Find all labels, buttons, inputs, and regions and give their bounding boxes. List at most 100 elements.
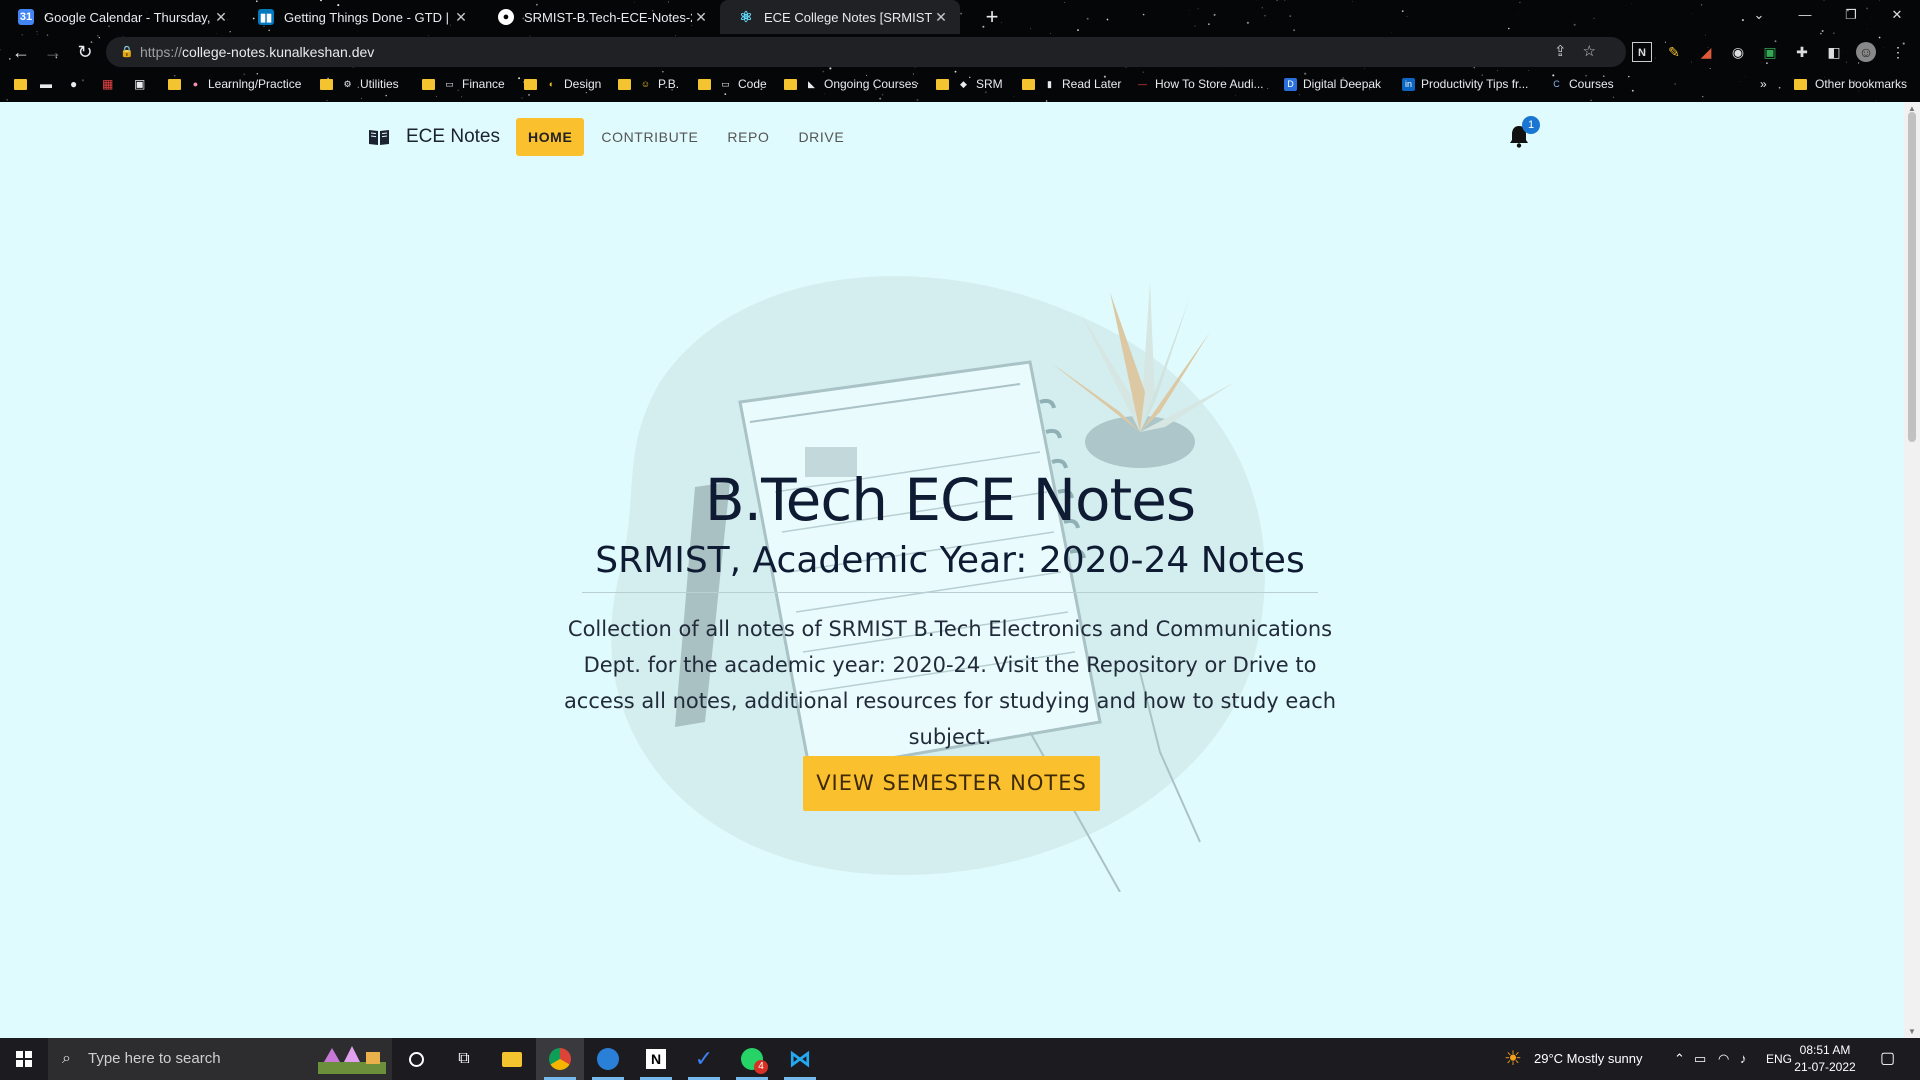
search-placeholder: Type here to search <box>88 1050 221 1067</box>
bookmark-srm[interactable]: ◆ SRM <box>936 72 1003 96</box>
address-bar[interactable]: 🔒 https://college-notes.kunalkeshan.dev … <box>106 37 1626 67</box>
back-icon[interactable]: ← <box>9 40 33 64</box>
open-book-icon <box>369 130 389 145</box>
bookmark-productivity[interactable]: in Productivity Tips fr... <box>1402 72 1528 96</box>
notification-center-icon[interactable]: ▢ <box>1880 1038 1895 1080</box>
taskbar-search-box[interactable]: ⌕ Type here to search <box>48 1038 392 1080</box>
todo-icon[interactable]: ✓ <box>680 1038 728 1080</box>
language-indicator[interactable]: ENG <box>1766 1038 1792 1080</box>
task-view-icon[interactable]: ⧉ <box>440 1038 488 1080</box>
page-scrollbar[interactable]: ▲ ▼ <box>1904 102 1920 1038</box>
bookmark-calendar-icon[interactable]: ▦ <box>102 72 113 96</box>
book-icon: ▮ <box>1047 78 1052 89</box>
bookmark-finance[interactable]: ▭ Finance <box>422 72 505 96</box>
reload-icon[interactable]: ↻ <box>73 40 97 64</box>
weather-icon[interactable]: ☀ <box>1504 1038 1522 1080</box>
menu-kebab-icon[interactable]: ⋮ <box>1888 42 1908 62</box>
bookmark-label: SRM <box>976 77 1003 91</box>
bookmark-code[interactable]: ▭ Code <box>698 72 767 96</box>
scrollbar-thumb[interactable] <box>1908 112 1916 442</box>
new-tab-button[interactable]: + <box>978 4 1006 30</box>
bookmark-dash-icon[interactable]: ▬ <box>40 72 52 96</box>
taskbar-clock[interactable]: 08:51 AM 21-07-2022 <box>1790 1042 1860 1076</box>
nav-contribute[interactable]: CONTRIBUTE <box>589 118 710 156</box>
cortana-icon[interactable] <box>392 1038 440 1080</box>
bookmark-folder-icon[interactable] <box>14 72 35 96</box>
windows-start-icon[interactable] <box>0 1038 48 1080</box>
close-tab-icon[interactable]: ✕ <box>452 9 470 26</box>
bookmark-label: Finance <box>462 77 505 91</box>
bookmark-label: P.B. <box>658 77 680 91</box>
close-tab-icon[interactable]: ✕ <box>932 9 950 26</box>
bookmark-ongoing-courses[interactable]: ◣ Ongoing Courses <box>784 72 917 96</box>
bookmark-courses[interactable]: C Courses <box>1550 72 1614 96</box>
react-favicon-icon: ⚛ <box>739 9 753 26</box>
tab-google-calendar[interactable]: 31 Google Calendar - Thursday, July ✕ <box>0 0 240 34</box>
hero-subtitle: SRMIST, Academic Year: 2020-24 Notes <box>595 540 1305 581</box>
close-tab-icon[interactable]: ✕ <box>212 9 230 26</box>
weather-text[interactable]: 29°C Mostly sunny <box>1534 1038 1643 1080</box>
megaphone-extension-icon[interactable]: ◢ <box>1696 42 1716 62</box>
tab-trello[interactable]: ▮▮ Getting Things Done - GTD | Trell ✕ <box>240 0 480 34</box>
nav-home[interactable]: HOME <box>515 118 585 156</box>
volume-icon[interactable]: ♪ <box>1740 1038 1747 1080</box>
view-semester-notes-button[interactable]: VIEW SEMESTER NOTES <box>803 756 1100 811</box>
bookmark-digital-deepak[interactable]: D Digital Deepak <box>1284 72 1381 96</box>
bookmark-label: Code <box>738 77 767 91</box>
dd-icon: D <box>1284 77 1297 91</box>
bookmark-store-audio[interactable]: — How To Store Audi... <box>1136 72 1264 96</box>
face-icon: ☺ <box>640 78 651 89</box>
bookmark-label: Ongoing Courses <box>824 77 918 91</box>
bookmark-label: Productivity Tips fr... <box>1421 77 1529 91</box>
hero-divider <box>582 592 1318 593</box>
scroll-down-arrow-icon[interactable]: ▼ <box>1908 1027 1916 1036</box>
bookmark-label: Courses <box>1569 77 1614 91</box>
bookmark-read-later[interactable]: ▮ Read Later <box>1022 72 1121 96</box>
restore-button[interactable]: ❐ <box>1828 0 1874 30</box>
notion-extension-icon[interactable]: N <box>1632 42 1652 62</box>
side-panel-icon[interactable]: ◧ <box>1824 42 1844 62</box>
bookmark-design[interactable]: ◐ Design <box>524 72 601 96</box>
battery-icon[interactable]: ▭ <box>1694 1038 1706 1080</box>
bookmarks-overflow-icon[interactable]: » <box>1760 72 1767 96</box>
tab-title: SRMIST-B.Tech-ECE-Notes-2022 <box>524 9 692 25</box>
brand-link[interactable]: ECE Notes <box>368 126 500 148</box>
other-bookmarks[interactable]: Other bookmarks <box>1794 72 1907 96</box>
close-tab-icon[interactable]: ✕ <box>692 9 710 26</box>
eye-extension-icon[interactable]: ◉ <box>1728 42 1748 62</box>
bookmark-label: Design <box>564 77 602 91</box>
share-icon[interactable]: ⇪ <box>1554 43 1583 60</box>
firefox-icon[interactable] <box>584 1038 632 1080</box>
bookmark-notion-icon[interactable]: ▣ <box>134 72 145 96</box>
bookmark-learning[interactable]: ● Learning/Practice <box>168 72 301 96</box>
extensions-puzzle-icon[interactable]: ✚ <box>1792 42 1812 62</box>
chrome-taskbar-icon[interactable] <box>536 1038 584 1080</box>
pen-extension-icon[interactable]: ✎ <box>1664 42 1684 62</box>
star-bookmark-icon[interactable]: ☆ <box>1583 43 1612 60</box>
notion-icon[interactable]: N <box>632 1038 680 1080</box>
bookmark-github-icon[interactable]: ● <box>70 72 77 96</box>
bookmark-pb[interactable]: ☺ P.B. <box>618 72 679 96</box>
wifi-icon[interactable]: ◠ <box>1718 1038 1729 1080</box>
tab-title: Google Calendar - Thursday, July <box>44 9 212 25</box>
profile-avatar-icon[interactable]: ☺ <box>1856 42 1876 62</box>
trello-favicon-icon: ▮▮ <box>258 9 274 25</box>
tab-ece-notes[interactable]: ⚛ ECE College Notes [SRMIST | 202 ✕ <box>720 0 960 34</box>
bookmark-label: Other bookmarks <box>1815 77 1908 91</box>
forward-icon[interactable]: → <box>41 40 65 64</box>
windows-taskbar: ⌕ Type here to search ⧉ N ✓ 4 ⋈ ☀ 29°C M… <box>0 1038 1920 1080</box>
bookmark-utilities[interactable]: ⚙ Utilities <box>320 72 399 96</box>
clock-date: 21-07-2022 <box>1794 1060 1856 1074</box>
vscode-icon[interactable]: ⋈ <box>776 1038 824 1080</box>
tray-chevron-icon[interactable]: ⌃ <box>1674 1038 1685 1080</box>
nav-drive[interactable]: DRIVE <box>786 118 856 156</box>
nav-repo[interactable]: REPO <box>715 118 781 156</box>
tab-search-icon[interactable]: ⌄ <box>1736 0 1782 30</box>
close-window-button[interactable]: ✕ <box>1874 0 1920 30</box>
minimize-button[interactable]: — <box>1782 0 1828 30</box>
whatsapp-icon[interactable]: 4 <box>728 1038 776 1080</box>
tab-github[interactable]: ● SRMIST-B.Tech-ECE-Notes-2022 ✕ <box>480 0 720 34</box>
tab-manager-extension-icon[interactable]: ▣ <box>1760 42 1780 62</box>
file-explorer-icon[interactable] <box>488 1038 536 1080</box>
bookmark-label: Learning/Practice <box>208 77 302 91</box>
